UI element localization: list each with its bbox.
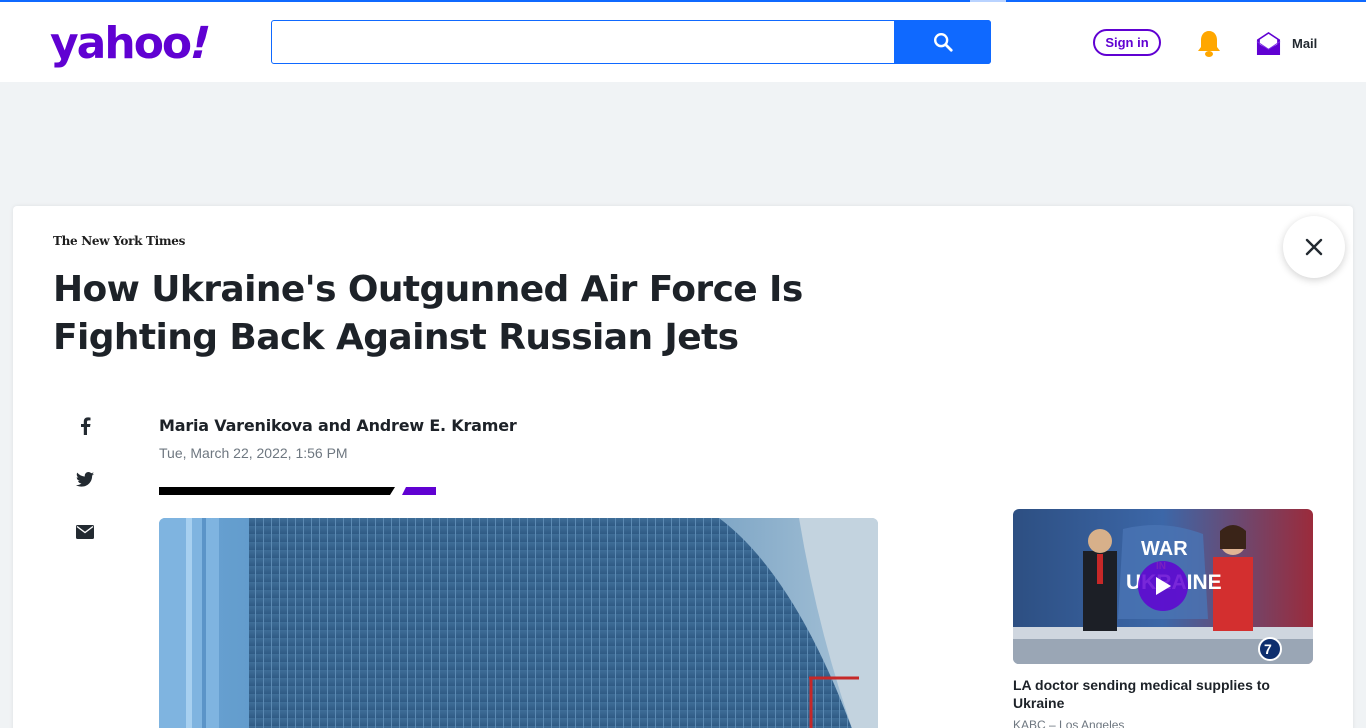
video-title[interactable]: LA doctor sending medical supplies to Uk… <box>1013 676 1313 712</box>
publisher-logo[interactable]: The New York Times <box>53 234 185 248</box>
article-author[interactable]: Maria Varenikova and Andrew E. Kramer <box>159 416 517 435</box>
search-button[interactable] <box>894 20 991 64</box>
svg-text:7: 7 <box>1264 641 1272 657</box>
search-icon <box>933 33 953 52</box>
article-headline: How Ukraine's Outgunned Air Force Is Fig… <box>53 269 803 358</box>
video-overlay-title: WAR <box>1141 538 1188 560</box>
close-icon <box>1305 238 1323 256</box>
share-twitter-button[interactable] <box>75 469 95 489</box>
mail-link[interactable]: Mail <box>1256 28 1317 58</box>
share-facebook-button[interactable] <box>75 416 95 436</box>
share-email-button[interactable] <box>75 522 95 542</box>
notifications-bell-icon[interactable] <box>1195 29 1223 59</box>
article-divider <box>159 487 436 495</box>
site-header: yahoo! Sign in Mail <box>0 2 1366 82</box>
video-thumbnail[interactable]: WAR IN UKRAINE 7 <box>1013 509 1313 664</box>
video-source: KABC – Los Angeles <box>1013 718 1125 728</box>
twitter-icon <box>76 471 94 487</box>
email-icon <box>76 525 94 539</box>
close-article-button[interactable] <box>1283 216 1345 278</box>
facebook-icon <box>81 417 91 435</box>
sidebar-video-card[interactable]: WAR IN UKRAINE 7 LA doctor sending medic… <box>1013 509 1313 728</box>
article-date: Tue, March 22, 2022, 1:56 PM <box>159 445 348 461</box>
sign-in-button[interactable]: Sign in <box>1093 29 1161 56</box>
search-bar <box>271 20 991 64</box>
play-icon <box>1156 577 1171 595</box>
search-input[interactable] <box>272 21 896 63</box>
article-modal: The New York Times How Ukraine's Outgunn… <box>13 206 1353 728</box>
yahoo-logo[interactable]: yahoo! <box>50 16 215 72</box>
play-video-button[interactable] <box>1138 561 1188 611</box>
mail-label: Mail <box>1292 35 1318 51</box>
article-hero-image[interactable] <box>159 518 878 728</box>
mail-envelope-icon <box>1256 31 1281 55</box>
